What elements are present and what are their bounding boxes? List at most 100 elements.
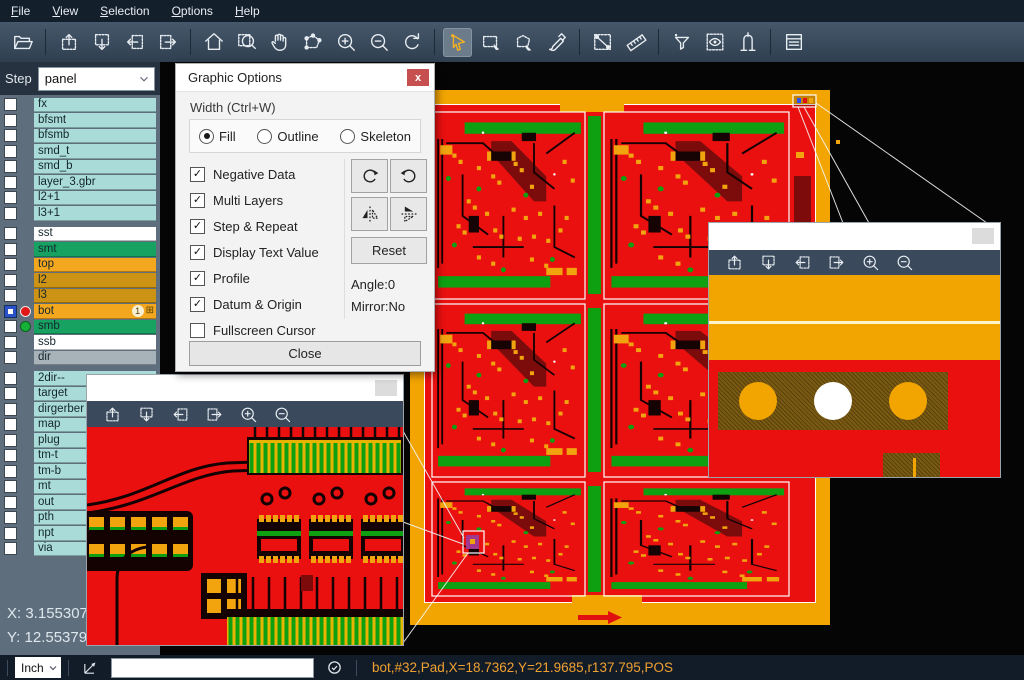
- layer-checkbox-map[interactable]: [4, 418, 17, 431]
- layer-list-tool[interactable]: [779, 28, 808, 57]
- command-input[interactable]: [111, 658, 314, 678]
- layer-checkbox-smb[interactable]: [4, 320, 17, 333]
- zoom-in-tool[interactable]: [331, 28, 360, 57]
- menu-options[interactable]: Options: [161, 0, 224, 22]
- folder-open-tool[interactable]: [8, 28, 37, 57]
- pan-up-tool[interactable]: [722, 252, 746, 274]
- rotate-cw-button[interactable]: [351, 159, 388, 193]
- check-display-text-value[interactable]: ✓Display Text Value: [190, 239, 319, 265]
- popup-left-view[interactable]: [87, 427, 403, 645]
- layer-name[interactable]: sst: [34, 227, 156, 242]
- check-datum-origin[interactable]: ✓Datum & Origin: [190, 291, 319, 317]
- layer-row-bfsmb[interactable]: bfsmb: [0, 128, 160, 144]
- menu-file[interactable]: File: [0, 0, 41, 22]
- layer-name[interactable]: fx: [34, 98, 156, 113]
- layer-row-l2[interactable]: l2: [0, 273, 160, 289]
- layer-checkbox-mt[interactable]: [4, 480, 17, 493]
- popup-right-titlebar-button[interactable]: [972, 228, 994, 244]
- layer-name[interactable]: smb: [34, 320, 156, 335]
- layer-row-dir[interactable]: dir: [0, 350, 160, 366]
- check-negative-data[interactable]: ✓Negative Data: [190, 161, 319, 187]
- layer-checkbox-l2+1[interactable]: [4, 191, 17, 204]
- rect-select-tool[interactable]: [476, 28, 505, 57]
- mirror-vertical-button[interactable]: [390, 197, 427, 231]
- layer-checkbox-layer_3.gbr[interactable]: [4, 176, 17, 189]
- check-fullscreen-cursor[interactable]: Fullscreen Cursor: [190, 317, 319, 343]
- layer-row-smd_t[interactable]: smd_t: [0, 144, 160, 160]
- layer-checkbox-top[interactable]: [4, 258, 17, 271]
- pan-up-tool[interactable]: [54, 28, 83, 57]
- layer-checkbox-target[interactable]: [4, 387, 17, 400]
- zoom-out-tool[interactable]: [364, 28, 393, 57]
- layer-checkbox-l3+1[interactable]: [4, 207, 17, 220]
- layer-name[interactable]: bfsmt: [34, 113, 156, 128]
- layer-checkbox-sst[interactable]: [4, 227, 17, 240]
- layer-checkbox-via[interactable]: [4, 542, 17, 555]
- layer-row-bfsmt[interactable]: bfsmt: [0, 113, 160, 129]
- check-profile[interactable]: ✓Profile: [190, 265, 319, 291]
- popup-left-titlebar[interactable]: [87, 375, 403, 401]
- zoom-out-tool[interactable]: [892, 252, 916, 274]
- reset-button[interactable]: Reset: [351, 237, 427, 264]
- pan-right-tool[interactable]: [202, 403, 226, 425]
- corner-angle-icon[interactable]: [82, 659, 99, 676]
- menu-help[interactable]: Help: [224, 0, 271, 22]
- check-step-repeat[interactable]: ✓Step & Repeat: [190, 213, 319, 239]
- dialog-titlebar[interactable]: Graphic Options x: [176, 64, 434, 92]
- layer-row-smd_b[interactable]: smd_b: [0, 159, 160, 175]
- refresh-icon[interactable]: [326, 659, 343, 676]
- layer-checkbox-l2[interactable]: [4, 274, 17, 287]
- layer-checkbox-plug[interactable]: [4, 434, 17, 447]
- layer-row-top[interactable]: top: [0, 257, 160, 273]
- pan-hand-tool[interactable]: [265, 28, 294, 57]
- layer-name[interactable]: smd_b: [34, 160, 156, 175]
- filter-tool[interactable]: [667, 28, 696, 57]
- layer-name[interactable]: bot1⊞: [34, 304, 156, 319]
- layer-checkbox-smt[interactable]: [4, 243, 17, 256]
- layer-name[interactable]: layer_3.gbr: [34, 175, 156, 190]
- radio-outline[interactable]: Outline: [257, 129, 318, 144]
- zoom-in-tool[interactable]: [858, 252, 882, 274]
- radio-fill[interactable]: Fill: [199, 129, 236, 144]
- pan-left-tool[interactable]: [790, 252, 814, 274]
- layer-checkbox-fx[interactable]: [4, 98, 17, 111]
- pan-down-tool[interactable]: [134, 403, 158, 425]
- snap-magnet-tool[interactable]: [733, 28, 762, 57]
- layer-checkbox-bot[interactable]: [4, 305, 17, 318]
- layer-row-ssb[interactable]: ssb: [0, 335, 160, 351]
- radio-skeleton[interactable]: Skeleton: [340, 129, 411, 144]
- layer-checkbox-pth[interactable]: [4, 511, 17, 524]
- menu-view[interactable]: View: [41, 0, 89, 22]
- layer-row-fx[interactable]: fx: [0, 97, 160, 113]
- layer-row-l3+1[interactable]: l3+1: [0, 206, 160, 222]
- check-multi-layers[interactable]: ✓Multi Layers: [190, 187, 319, 213]
- pan-up-tool[interactable]: [100, 403, 124, 425]
- layer-name[interactable]: l2+1: [34, 191, 156, 206]
- layer-checkbox-dir[interactable]: [4, 351, 17, 364]
- layer-row-l2+1[interactable]: l2+1: [0, 190, 160, 206]
- home-tool[interactable]: [199, 28, 228, 57]
- layer-checkbox-bfsmb[interactable]: [4, 129, 17, 142]
- layer-checkbox-out[interactable]: [4, 496, 17, 509]
- layer-checkbox-smd_t[interactable]: [4, 145, 17, 158]
- layer-checkbox-smd_b[interactable]: [4, 160, 17, 173]
- layer-name[interactable]: ssb: [34, 335, 156, 350]
- layer-checkbox-tm-b[interactable]: [4, 465, 17, 478]
- zoom-in-tool[interactable]: [236, 403, 260, 425]
- layer-name[interactable]: smd_t: [34, 144, 156, 159]
- unit-select[interactable]: Inch: [15, 657, 61, 678]
- layer-name[interactable]: l3+1: [34, 206, 156, 221]
- layer-name[interactable]: dir: [34, 351, 156, 366]
- layer-name[interactable]: top: [34, 258, 156, 273]
- layer-row-smt[interactable]: smt: [0, 242, 160, 258]
- layer-row-l3[interactable]: l3: [0, 288, 160, 304]
- layer-row-smb[interactable]: smb: [0, 319, 160, 335]
- select-cursor-tool[interactable]: [443, 28, 472, 57]
- ruler-tool[interactable]: [621, 28, 650, 57]
- layer-checkbox-ssb[interactable]: [4, 336, 17, 349]
- pan-left-tool[interactable]: [120, 28, 149, 57]
- dialog-close-button[interactable]: x: [407, 69, 429, 86]
- pan-right-tool[interactable]: [824, 252, 848, 274]
- zoom-region-tool[interactable]: [232, 28, 261, 57]
- layer-name[interactable]: l2: [34, 273, 156, 288]
